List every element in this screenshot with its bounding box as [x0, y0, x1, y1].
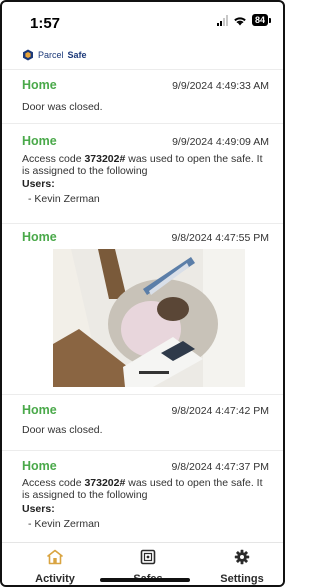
logo-word-parcel: Parcel — [38, 50, 64, 60]
users-label: Users: — [22, 178, 55, 190]
entry-message: Access code 373202# was used to open the… — [22, 153, 263, 177]
battery-level: 84 — [251, 14, 268, 26]
access-code: 373202# — [84, 153, 126, 165]
entry-timestamp: 9/8/2024 4:47:37 PM — [171, 461, 270, 473]
entry-location: Home — [22, 78, 57, 92]
logo-word-safe: Safe — [67, 50, 87, 60]
entry-timestamp: 9/9/2024 4:49:09 AM — [172, 136, 269, 148]
app-header: Parcel Safe — [2, 42, 283, 70]
activity-entry[interactable]: Home 9/9/2024 4:49:09 AM Access code 373… — [2, 127, 283, 224]
user-name: - Kevin Zerman — [28, 193, 100, 205]
safe-interior-photo[interactable] — [53, 249, 245, 387]
home-indicator — [100, 578, 190, 582]
entry-location: Home — [22, 403, 57, 417]
users-label: Users: — [22, 503, 55, 515]
activity-entry[interactable]: Home 9/8/2024 4:47:37 PM Access code 373… — [2, 454, 283, 544]
status-icons: 84 — [216, 14, 271, 26]
parcel-safe-logo: Parcel Safe — [22, 49, 87, 61]
cellular-signal-icon — [216, 14, 228, 26]
safe-icon — [140, 549, 156, 565]
activity-entry[interactable]: Home 9/9/2024 4:49:33 AM Door was closed… — [2, 72, 283, 124]
tab-activity-label: Activity — [35, 573, 75, 585]
home-icon — [47, 549, 63, 565]
tab-settings-label: Settings — [220, 573, 264, 585]
entry-message: Door was closed. — [22, 424, 103, 436]
activity-entry[interactable]: Home 9/8/2024 4:47:55 PM — [2, 225, 283, 395]
phone-screen: 1:57 84 Parcel Safe Home 9/9/2024 4:49:3… — [0, 0, 285, 587]
battery-icon: 84 — [251, 14, 271, 26]
entry-location: Home — [22, 134, 57, 148]
wifi-icon — [234, 16, 246, 25]
entry-message: Access code 373202# was used to open the… — [22, 477, 263, 501]
entry-timestamp: 9/8/2024 4:47:42 PM — [171, 405, 270, 417]
photo-image — [53, 249, 245, 387]
user-name: - Kevin Zerman — [28, 518, 100, 530]
logo-badge-icon — [23, 49, 33, 61]
entry-timestamp: 9/9/2024 4:49:33 AM — [172, 80, 269, 92]
gear-icon — [234, 549, 250, 565]
tab-settings[interactable]: Settings — [207, 549, 277, 585]
access-code: 373202# — [84, 477, 126, 489]
entry-location: Home — [22, 459, 57, 473]
activity-entry[interactable]: Home 9/8/2024 4:47:42 PM Door was closed… — [2, 398, 283, 451]
entry-location: Home — [22, 230, 57, 244]
entry-timestamp: 9/8/2024 4:47:55 PM — [171, 232, 270, 244]
tab-activity[interactable]: Activity — [20, 549, 90, 585]
entry-message: Door was closed. — [22, 101, 103, 113]
status-time: 1:57 — [30, 15, 61, 32]
status-bar: 1:57 84 — [2, 2, 283, 40]
